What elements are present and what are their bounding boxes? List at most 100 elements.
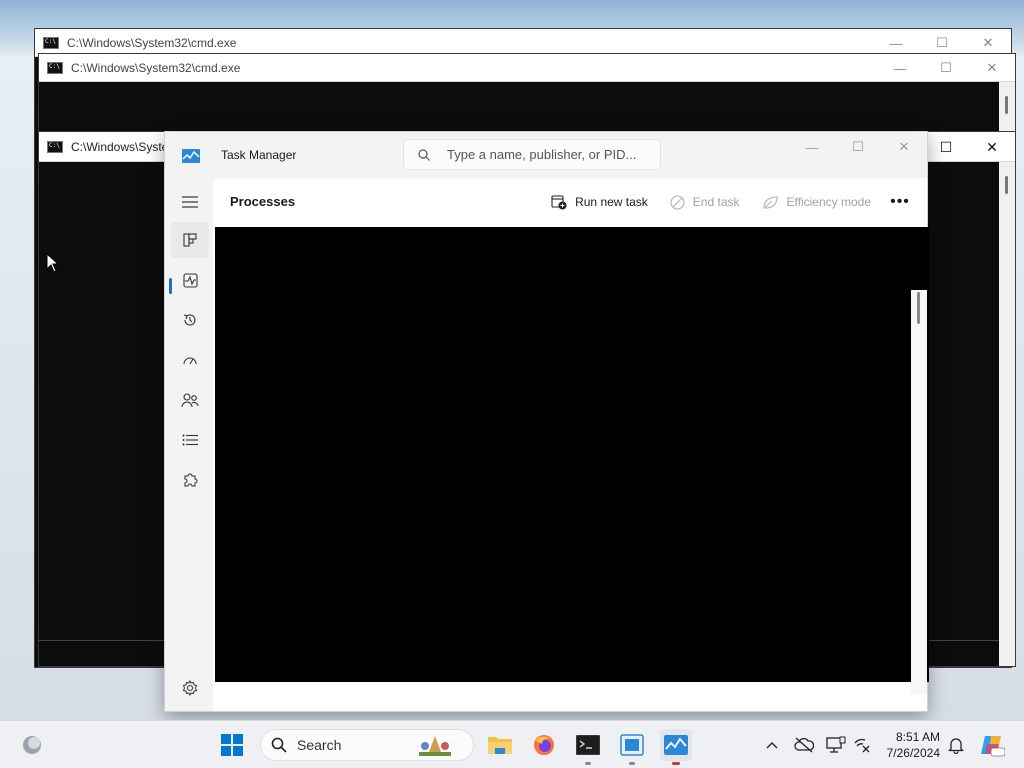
run-new-task-icon xyxy=(551,194,567,209)
settings-gear-icon xyxy=(182,680,198,696)
cmd-corner xyxy=(999,640,1015,666)
copilot-icon xyxy=(981,736,1005,757)
nav-startup-apps[interactable] xyxy=(171,342,209,378)
search-highlight-icon xyxy=(419,736,451,756)
efficiency-mode-button[interactable]: Efficiency mode xyxy=(754,190,880,214)
end-task-button[interactable]: End task xyxy=(662,190,748,214)
running-indicator xyxy=(585,762,591,765)
chevron-up-icon xyxy=(766,742,778,749)
task-manager-icon xyxy=(182,149,200,163)
tm-page-header: Processes Run new task End task Efficien… xyxy=(213,178,927,226)
file-explorer-button[interactable] xyxy=(484,729,516,761)
nav-app-history[interactable] xyxy=(171,302,209,338)
scrollbar-thumb[interactable] xyxy=(917,292,920,324)
cmd-app-icon xyxy=(47,61,63,74)
firefox-icon xyxy=(534,735,554,755)
maximize-button[interactable]: ☐ xyxy=(835,132,881,162)
onedrive-button[interactable] xyxy=(790,729,818,761)
startup-apps-icon xyxy=(183,357,197,365)
cmd-window-title: C:\Windows\System32\cmd.exe xyxy=(71,60,241,75)
efficiency-leaf-icon xyxy=(762,195,778,209)
windows-start-icon xyxy=(221,734,243,756)
running-indicator xyxy=(629,762,635,765)
notifications-button[interactable] xyxy=(942,729,970,761)
search-icon xyxy=(418,148,430,161)
monitor-icon xyxy=(826,736,846,753)
clock-date: 7/26/2024 xyxy=(886,746,940,760)
cmd-app-icon xyxy=(47,140,63,153)
users-icon xyxy=(181,393,199,408)
display-button[interactable] xyxy=(822,729,850,761)
processes-icon xyxy=(183,233,197,247)
network-button[interactable] xyxy=(848,729,876,761)
run-new-task-button[interactable]: Run new task xyxy=(543,190,656,214)
copilot-button[interactable] xyxy=(976,729,1008,761)
widgets-button[interactable] xyxy=(16,729,48,761)
terminal-icon xyxy=(576,735,600,755)
tm-search-box[interactable] xyxy=(403,139,661,170)
nav-performance[interactable] xyxy=(171,262,209,298)
services-puzzle-icon xyxy=(184,473,198,487)
maximize-button[interactable]: ☐ xyxy=(923,132,969,162)
remote-desktop-icon xyxy=(620,734,644,756)
task-manager-button[interactable] xyxy=(660,729,692,765)
run-new-task-label: Run new task xyxy=(575,195,648,209)
close-button[interactable]: ✕ xyxy=(881,132,927,162)
taskbar: Search 8:51 AM 7/26/2024 xyxy=(0,720,1024,768)
tm-sidebar xyxy=(165,178,213,711)
more-options-button[interactable]: ••• xyxy=(885,190,915,214)
task-manager-window[interactable]: Task Manager — ☐ ✕ xyxy=(164,131,929,712)
remote-desktop-button[interactable] xyxy=(616,729,648,765)
file-explorer-icon xyxy=(488,737,512,754)
tm-scrollbar[interactable] xyxy=(911,290,927,694)
tm-toolbar: Run new task End task Efficiency mode ••… xyxy=(537,190,915,214)
cloud-offline-icon xyxy=(794,737,814,753)
active-indicator xyxy=(672,762,680,765)
nav-processes[interactable] xyxy=(171,222,209,258)
minimize-button[interactable]: — xyxy=(789,132,835,162)
search-label: Search xyxy=(297,737,342,753)
network-disconnected-icon xyxy=(854,738,870,753)
close-button[interactable]: ✕ xyxy=(969,54,1015,82)
end-task-label: End task xyxy=(692,195,740,209)
more-icon: ••• xyxy=(890,193,910,210)
app-history-icon xyxy=(183,314,196,326)
nav-services[interactable] xyxy=(171,462,209,498)
cmd-window-title: C:\Windows\Syste xyxy=(71,139,169,154)
efficiency-mode-label: Efficiency mode xyxy=(786,195,872,209)
cmd-window-title: C:\Windows\System32\cmd.exe xyxy=(67,35,237,50)
terminal-button[interactable] xyxy=(572,729,604,765)
nav-menu-button[interactable] xyxy=(171,184,209,220)
bell-icon xyxy=(948,738,964,754)
end-task-icon xyxy=(670,194,685,210)
taskbar-search[interactable]: Search xyxy=(260,729,474,761)
cmd-scrollbar[interactable] xyxy=(999,162,1015,640)
firefox-button[interactable] xyxy=(528,729,560,761)
search-icon xyxy=(271,737,287,753)
tm-search-input[interactable] xyxy=(447,147,657,162)
show-hidden-icons-button[interactable] xyxy=(758,729,786,761)
nav-details[interactable] xyxy=(171,422,209,458)
hamburger-menu-icon xyxy=(182,196,198,208)
weather-widget-icon xyxy=(23,736,41,754)
cmd-titlebar[interactable]: C:\Windows\System32\cmd.exe — ☐ ✕ xyxy=(39,54,1015,82)
page-title: Processes xyxy=(230,194,296,209)
task-manager-icon xyxy=(664,735,688,755)
nav-users[interactable] xyxy=(171,382,209,418)
scrollbar-thumb[interactable] xyxy=(1005,96,1008,114)
processes-list-area[interactable] xyxy=(215,227,929,682)
performance-icon xyxy=(182,272,198,288)
clock[interactable]: 8:51 AM 7/26/2024 xyxy=(887,729,940,761)
cmd-app-icon xyxy=(43,36,59,49)
tm-titlebar[interactable]: Task Manager — ☐ ✕ xyxy=(165,132,927,178)
clock-time: 8:51 AM xyxy=(895,730,940,744)
tm-content-area: Processes Run new task End task Efficien… xyxy=(213,178,929,711)
scrollbar-thumb[interactable] xyxy=(1005,176,1008,194)
minimize-button[interactable]: — xyxy=(877,54,923,82)
close-button[interactable]: ✕ xyxy=(969,132,1015,162)
start-button[interactable] xyxy=(216,729,248,761)
details-list-icon xyxy=(182,434,198,446)
nav-settings[interactable] xyxy=(171,670,209,706)
maximize-button[interactable]: ☐ xyxy=(923,54,969,82)
tm-window-title: Task Manager xyxy=(221,148,297,162)
